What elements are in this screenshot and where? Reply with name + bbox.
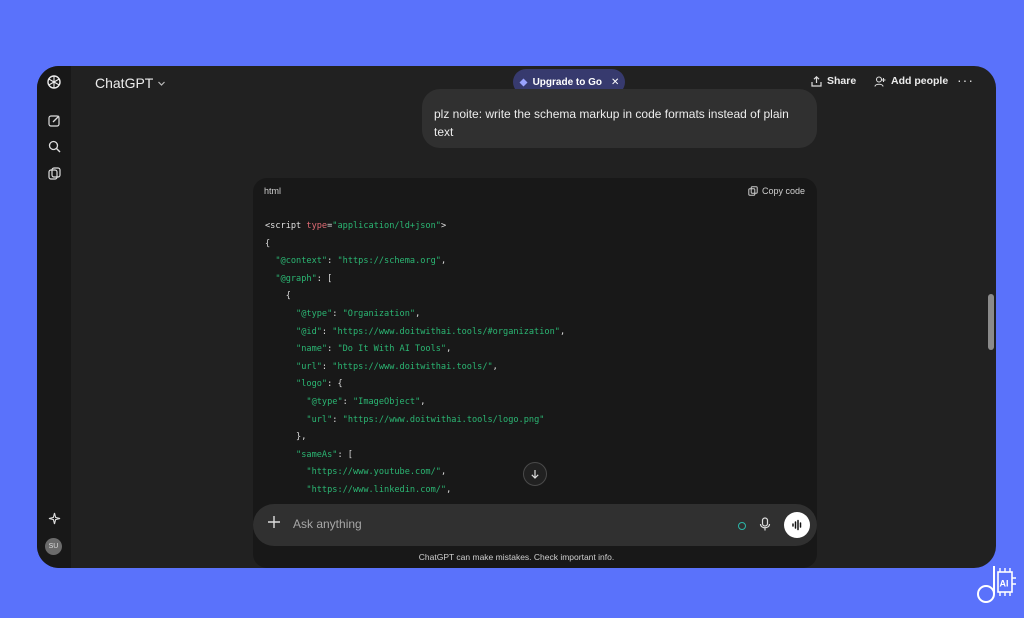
app-title: ChatGPT [95,75,154,91]
code-line: "name": "Do It With AI Tools", [296,344,452,355]
code-line: <script type="application/ld+json"> [265,221,447,231]
code-line: "@context": "https://schema.org", [275,256,447,267]
code-line: "logo": { [296,379,343,390]
add-people-label: Add people [891,75,949,87]
code-line: "sameAs": [ [296,449,353,460]
microphone-icon[interactable] [759,517,771,536]
sidebar-rail: SU [37,66,71,568]
scrollbar[interactable] [988,294,994,350]
code-line: { [265,291,291,302]
openai-logo-icon[interactable] [46,74,62,90]
copy-code-label: Copy code [761,186,805,196]
watermark-text: AI [1000,579,1009,589]
code-line: "@type": "Organization", [296,308,421,319]
share-label: Share [827,75,857,87]
scroll-to-bottom-button[interactable] [523,462,547,486]
add-person-icon [874,75,886,87]
status-dot-icon [738,522,746,530]
model-selector[interactable]: ChatGPT [95,75,166,91]
diamond-icon [519,78,528,86]
user-message-bubble: plz noite: write the schema markup in co… [422,89,817,148]
prompt-input[interactable] [291,516,715,532]
code-line: "@graph": [ [275,273,333,284]
upgrade-label: Upgrade to Go [532,76,603,88]
add-people-button[interactable]: Add people [874,75,948,87]
code-line: { [265,238,271,249]
library-icon[interactable] [46,165,62,181]
code-content: <script type="application/ld+json"> { "@c… [265,218,565,500]
close-icon[interactable]: ✕ [611,77,619,88]
new-chat-icon[interactable] [46,112,62,128]
disclaimer: ChatGPT can make mistakes. Check importa… [418,552,615,562]
copy-icon [748,186,758,196]
share-icon [811,75,822,87]
chevron-down-icon [158,81,166,86]
waveform-icon [792,519,802,531]
voice-mode-button[interactable] [784,512,810,538]
arrow-down-icon [531,470,539,479]
sparkle-icon[interactable] [46,510,62,526]
user-message-text: plz noite: write the schema markup in co… [434,107,789,139]
share-button[interactable]: Share [811,75,856,87]
copy-code-button[interactable]: Copy code [748,186,805,196]
composer [253,504,817,546]
chat-window: SU ChatGPT Upgrade to Go ✕ Share Add peo… [37,66,996,568]
code-line: "@type": "ImageObject", [306,396,426,407]
code-language: html [264,186,282,196]
code-line: "url": "https://www.doitwithai.tools/log… [306,414,545,425]
search-icon[interactable] [46,138,62,154]
code-line: "url": "https://www.doitwithai.tools/", [296,361,498,372]
watermark-logo: AI [977,566,1016,603]
plus-icon[interactable] [267,515,281,534]
code-line: }, [265,432,307,443]
code-line: "@id": "https://www.doitwithai.tools/#or… [296,326,566,337]
code-line: "https://www.youtube.com/", [306,467,447,478]
more-options-button[interactable]: ··· [957,72,974,88]
code-line: "https://www.linkedin.com/", [306,484,452,495]
